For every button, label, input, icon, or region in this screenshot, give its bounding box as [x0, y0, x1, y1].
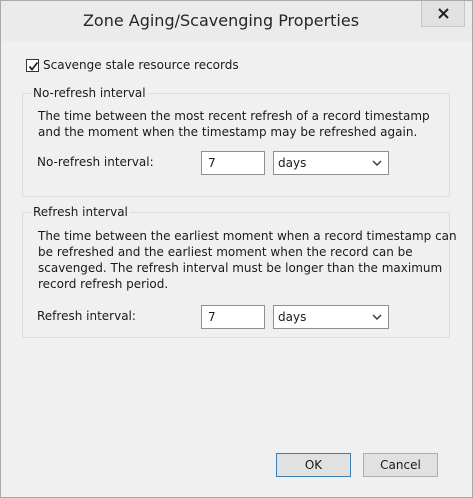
- refresh-group: Refresh interval The time between the ea…: [22, 205, 457, 338]
- no-refresh-description-line: and the moment when the timestamp may be…: [38, 125, 418, 139]
- scavenge-checkbox[interactable]: [26, 59, 39, 72]
- no-refresh-unit-value: days: [278, 156, 307, 170]
- refresh-unit-select[interactable]: days: [273, 305, 389, 329]
- no-refresh-group-title: No-refresh interval: [31, 86, 148, 100]
- chevron-down-icon: [372, 160, 382, 166]
- close-button[interactable]: [421, 1, 465, 27]
- refresh-interval-label: Refresh interval:: [37, 309, 136, 323]
- close-icon: [438, 8, 449, 19]
- refresh-description-line: record refresh period.: [38, 277, 169, 291]
- no-refresh-description: The time between the most recent refresh…: [38, 108, 430, 140]
- scavenge-checkbox-label[interactable]: Scavenge stale resource records: [43, 58, 239, 72]
- refresh-group-title: Refresh interval: [31, 205, 130, 219]
- no-refresh-group: No-refresh interval The time between the…: [22, 86, 450, 197]
- refresh-description-line: The time between the earliest moment whe…: [38, 229, 457, 243]
- title-bar[interactable]: Zone Aging/Scavenging Properties: [1, 1, 472, 41]
- no-refresh-description-line: The time between the most recent refresh…: [38, 109, 430, 123]
- chevron-down-icon: [372, 314, 382, 320]
- check-icon: [28, 61, 39, 71]
- no-refresh-unit-select[interactable]: days: [273, 151, 389, 175]
- refresh-interval-input[interactable]: [201, 305, 265, 329]
- cancel-button[interactable]: Cancel: [363, 453, 438, 477]
- no-refresh-interval-input[interactable]: [201, 151, 265, 175]
- refresh-description: The time between the earliest moment whe…: [38, 228, 457, 292]
- dialog-body: Scavenge stale resource records No-refre…: [8, 41, 466, 490]
- dialog-title: Zone Aging/Scavenging Properties: [82, 11, 360, 30]
- refresh-description-line: be refreshed and the earliest moment whe…: [38, 245, 413, 259]
- refresh-unit-value: days: [278, 310, 307, 324]
- refresh-description-line: scavenged. The refresh interval must be …: [38, 261, 443, 275]
- no-refresh-interval-label: No-refresh interval:: [37, 155, 154, 169]
- dialog-window: Zone Aging/Scavenging Properties Scaveng…: [0, 0, 473, 498]
- ok-button[interactable]: OK: [276, 453, 351, 477]
